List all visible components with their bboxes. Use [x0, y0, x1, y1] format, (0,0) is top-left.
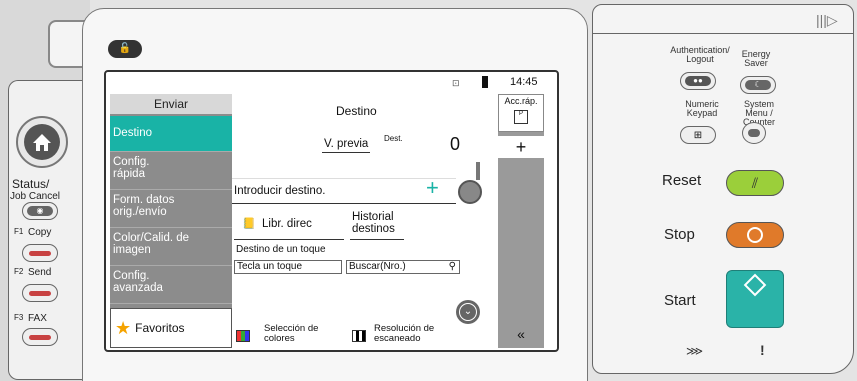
- status-label: Status/: [12, 177, 50, 191]
- f1-label: F1: [14, 227, 24, 236]
- scan-to-pdf-icon[interactable]: P: [514, 110, 528, 124]
- scan-resolution-label: Resolución de escaneado: [374, 323, 435, 345]
- one-touch-label: Destino de un toque: [236, 244, 326, 255]
- stop-icon: [747, 227, 763, 243]
- address-book-button[interactable]: 📒 Libr. direc: [234, 210, 344, 240]
- one-touch-key-field[interactable]: Tecla un toque: [234, 260, 342, 274]
- copy-label: Copy: [28, 227, 52, 238]
- system-menu-button[interactable]: [742, 122, 766, 144]
- dest-label: Dest.: [384, 134, 403, 143]
- auth-logout-button[interactable]: ●●: [680, 72, 716, 90]
- collapse-button[interactable]: «: [498, 326, 544, 348]
- scroll-bar[interactable]: [476, 162, 480, 180]
- scroll-handle[interactable]: [458, 180, 482, 204]
- attention-indicator-icon: !: [760, 342, 765, 358]
- resolution-icon: [352, 330, 366, 342]
- clock-time: 14:45: [510, 76, 538, 88]
- send-menu: Enviar Destino Config. rápida Form. dato…: [110, 94, 232, 348]
- stop-button[interactable]: [726, 222, 784, 248]
- reset-label: Reset: [662, 172, 702, 189]
- status-icon: ◉: [27, 206, 53, 216]
- search-number-label: Buscar(Nro.): [349, 261, 406, 272]
- touch-screen: ⊡ 14:45 Enviar Destino Config. rápida Fo…: [104, 70, 559, 352]
- color-palette-icon: [236, 330, 250, 342]
- menu-item-label: Config. avanzada: [113, 270, 163, 295]
- reset-button[interactable]: ⫽: [726, 170, 784, 196]
- page-title: Destino: [336, 104, 377, 118]
- energy-saver-label: Energy Saver: [741, 49, 771, 68]
- quick-access-header: Acc.ráp. P: [498, 94, 544, 132]
- user-icon: ●●: [685, 76, 711, 86]
- history-button[interactable]: Historial destinos: [350, 210, 404, 240]
- destination-entry[interactable]: Introducir destino. +: [232, 175, 456, 204]
- search-icon: ⚲: [448, 261, 456, 272]
- copy-indicator-icon: [29, 250, 51, 256]
- scroll-down-button[interactable]: ⌄: [456, 300, 480, 324]
- address-book-label: Libr. direc: [262, 218, 312, 230]
- destination-entry-label: Introducir destino.: [234, 185, 326, 197]
- menu-item-destino[interactable]: Destino: [110, 116, 232, 152]
- menu-item-form-datos[interactable]: Form. datos orig./envío: [110, 192, 232, 228]
- right-top-strip: [592, 4, 854, 34]
- cast-icon: ⊡: [452, 78, 460, 88]
- auth-logout-label: Authentication/ Logout: [670, 45, 730, 64]
- menu-item-label: Config. rápida: [113, 156, 150, 181]
- address-book-icon: 📒: [242, 218, 256, 230]
- start-button[interactable]: [726, 270, 784, 328]
- reset-icon: ⫽: [751, 174, 759, 191]
- menu-item-label: Form. datos orig./envío: [113, 194, 175, 219]
- start-label: Start: [664, 292, 696, 309]
- dest-count: 0: [450, 134, 461, 154]
- job-cancel-label: Job Cancel: [10, 191, 61, 202]
- quick-access-title: Acc.ráp.: [504, 96, 538, 106]
- quick-add-button[interactable]: +: [498, 136, 544, 158]
- fax-button[interactable]: [22, 328, 58, 346]
- color-selection-label: Selección de colores: [264, 323, 319, 345]
- menu-header: Enviar: [110, 94, 232, 114]
- stop-label: Stop: [664, 226, 695, 243]
- home-button[interactable]: [16, 116, 68, 168]
- send-button[interactable]: [22, 284, 58, 302]
- battery-icon: [482, 76, 488, 88]
- color-selection-button[interactable]: Selección de colores: [236, 322, 336, 346]
- menu-item-color-calidad[interactable]: Color/Calid. de imagen: [110, 230, 232, 266]
- chevron-down-icon: ⌄: [459, 303, 477, 321]
- energy-saver-button[interactable]: ☾: [740, 76, 776, 94]
- send-label: Send: [28, 267, 52, 278]
- moon-icon: ☾: [745, 80, 771, 90]
- gear-icon: [748, 129, 760, 137]
- fax-label: FAX: [28, 313, 47, 324]
- search-number-field[interactable]: Buscar(Nro.) ⚲: [346, 260, 460, 274]
- favorites-label: Favoritos: [135, 321, 185, 335]
- favorites-button[interactable]: ★ Favoritos: [110, 308, 232, 348]
- numeric-keypad-label: Numeric Keypad: [685, 99, 719, 118]
- quick-access-panel: Acc.ráp. P + «: [498, 94, 544, 348]
- processing-indicator-icon: ⋙: [686, 344, 704, 358]
- scan-resolution-button[interactable]: Resolución de escaneado: [352, 322, 452, 346]
- add-destination-icon: +: [426, 175, 439, 200]
- send-indicator-icon: [29, 290, 51, 296]
- indicator-icon: |||▷: [816, 12, 838, 28]
- menu-item-config-rapida[interactable]: Config. rápida: [110, 154, 232, 190]
- lock-icon: 🔓: [118, 43, 132, 54]
- menu-item-label: Color/Calid. de imagen: [113, 232, 190, 257]
- preview-button[interactable]: V. previa: [322, 138, 371, 153]
- history-label: Historial destinos: [352, 211, 395, 235]
- status-job-cancel-button[interactable]: ◉: [22, 202, 58, 220]
- star-icon: ★: [115, 317, 132, 338]
- keypad-icon: ⊞: [693, 129, 703, 141]
- f3-label: F3: [14, 313, 24, 322]
- lock-toggle-button[interactable]: 🔓: [108, 40, 142, 58]
- fax-indicator-icon: [29, 334, 51, 340]
- f2-label: F2: [14, 267, 24, 276]
- start-icon: [743, 273, 767, 297]
- home-icon: [24, 124, 60, 160]
- copy-button[interactable]: [22, 244, 58, 262]
- menu-item-config-avanzada[interactable]: Config. avanzada: [110, 268, 232, 304]
- numeric-keypad-button[interactable]: ⊞: [680, 126, 716, 144]
- device-panel: |||▷ 🔓 Status/ Job Cancel ◉ F1 Copy F2 S…: [0, 0, 857, 381]
